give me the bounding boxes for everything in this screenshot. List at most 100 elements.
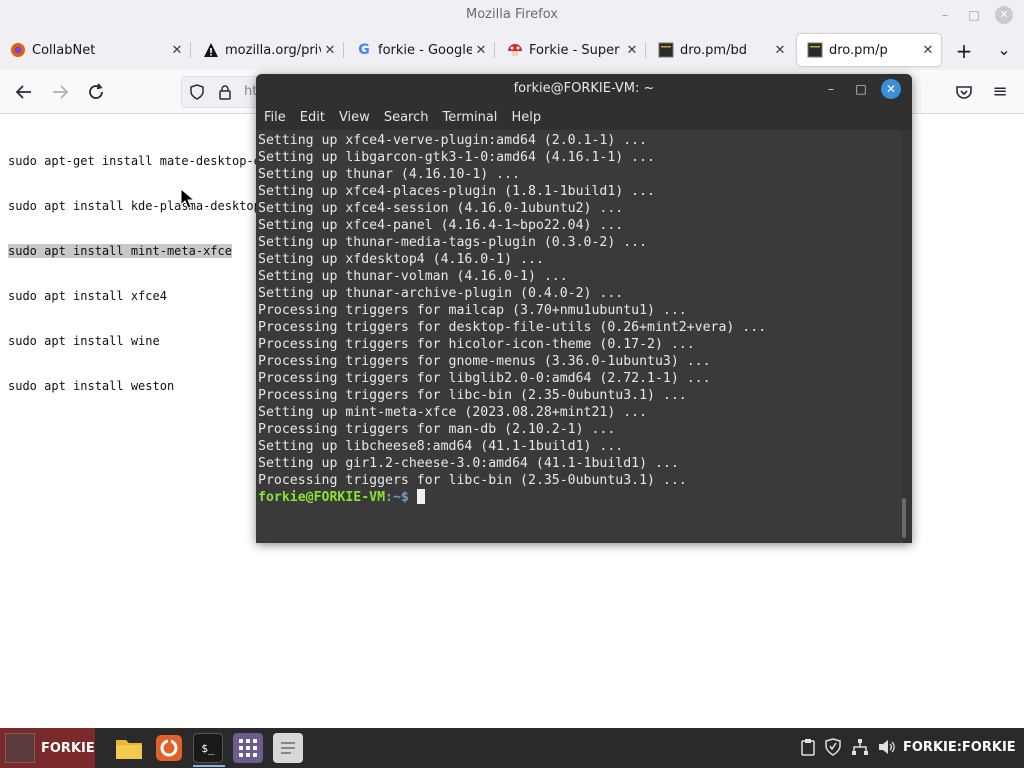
- mushroom-icon: [507, 42, 523, 58]
- close-tab-icon[interactable]: ✕: [623, 43, 641, 58]
- maximize-button[interactable]: □: [965, 6, 983, 24]
- start-label: FORKIE: [41, 740, 95, 756]
- forward-button[interactable]: [48, 80, 72, 104]
- menu-file[interactable]: File: [264, 110, 286, 125]
- start-menu-button[interactable]: FORKIE: [0, 728, 95, 768]
- menu-terminal[interactable]: Terminal: [442, 110, 497, 125]
- lock-icon[interactable]: [216, 83, 234, 105]
- google-icon: G: [358, 42, 370, 58]
- terminal-line: Processing triggers for mailcap (3.70+nm…: [258, 303, 687, 318]
- tab-divider: [494, 42, 495, 58]
- code-line: sudo apt install wine: [8, 334, 160, 348]
- forward-arrow-icon: [53, 85, 69, 99]
- code-line: sudo apt install xfce4: [8, 289, 167, 303]
- terminal-line: Setting up thunar-volman (4.16.0-1) ...: [258, 269, 568, 284]
- terminal-maximize-button[interactable]: □: [852, 80, 870, 98]
- page-content: sudo apt-get install mate-desktop-e sudo…: [8, 124, 261, 409]
- terminal-line: Setting up thunar-media-tags-plugin (0.3…: [258, 235, 648, 250]
- terminal-line: Setting up xfce4-panel (4.16.4-1~bpo22.0…: [258, 218, 624, 233]
- terminal-line: Processing triggers for libglib2.0-0:amd…: [258, 371, 711, 386]
- active-app-indicator: [193, 765, 225, 767]
- back-button[interactable]: [12, 80, 36, 104]
- terminal-line: Processing triggers for libc-bin (2.35-0…: [258, 473, 687, 488]
- firefox-icon[interactable]: [154, 733, 184, 763]
- tab-divider: [645, 42, 646, 58]
- code-line: sudo apt install weston: [8, 379, 175, 393]
- tab-forkie-super[interactable]: Forkie - Super M ✕: [497, 34, 645, 66]
- close-tab-icon[interactable]: ✕: [919, 43, 937, 58]
- page-icon: [807, 42, 823, 58]
- terminal-scrollbar[interactable]: [902, 498, 906, 538]
- terminal-icon[interactable]: $_: [193, 733, 223, 763]
- tab-label: dro.pm/bd: [680, 42, 747, 58]
- terminal-menubar: File Edit View Search Terminal Help: [256, 104, 912, 130]
- pocket-button[interactable]: [952, 80, 976, 104]
- tab-label: forkie - Google: [378, 42, 472, 58]
- reload-button[interactable]: [84, 80, 108, 104]
- text-editor-icon[interactable]: [273, 733, 303, 763]
- reload-icon: [89, 83, 103, 99]
- code-line: sudo apt-get install mate-desktop-e: [8, 154, 261, 168]
- minimize-button[interactable]: –: [936, 6, 954, 24]
- menu-search[interactable]: Search: [384, 110, 429, 125]
- terminal-window[interactable]: forkie@FORKIE-VM: ~ – □ ✕ File Edit View…: [256, 74, 912, 543]
- close-tab-icon[interactable]: ✕: [168, 43, 186, 58]
- close-tab-icon[interactable]: ✕: [321, 43, 339, 58]
- tab-mozilla-privacy[interactable]: mozilla.org/priv ✕: [193, 34, 343, 66]
- firefox-titlebar: Mozilla Firefox: [0, 0, 1024, 30]
- tab-dro-pm-p[interactable]: dro.pm/p ✕: [797, 34, 941, 66]
- terminal-titlebar[interactable]: forkie@FORKIE-VM: ~: [256, 74, 912, 104]
- list-tabs-button[interactable]: ⌄: [992, 38, 1016, 62]
- menu-help[interactable]: Help: [511, 110, 541, 125]
- tab-divider: [343, 42, 344, 58]
- security-shield-icon[interactable]: [825, 738, 841, 760]
- shield-icon[interactable]: [188, 83, 206, 105]
- tab-divider: [190, 42, 191, 58]
- tab-label: mozilla.org/priv: [225, 42, 321, 58]
- terminal-title: forkie@FORKIE-VM: ~: [513, 81, 655, 96]
- tab-collabnet[interactable]: CollabNet ✕: [0, 34, 190, 66]
- terminal-line: Setting up xfce4-session (4.16.0-1ubuntu…: [258, 201, 624, 216]
- app-menu-button[interactable]: ≡: [988, 80, 1012, 104]
- tab-label: Forkie - Super M: [529, 42, 623, 58]
- terminal-prompt-line[interactable]: forkie@FORKIE-VM:~$: [258, 489, 902, 506]
- terminal-line: Setting up xfce4-verve-plugin:amd64 (2.0…: [258, 133, 648, 148]
- user-host-label[interactable]: FORKIE:FORKIE: [903, 740, 1016, 755]
- terminal-line: Setting up thunar-archive-plugin (0.4.0-…: [258, 286, 624, 301]
- terminal-minimize-button[interactable]: –: [822, 80, 840, 98]
- clipboard-icon[interactable]: [800, 738, 816, 760]
- warning-icon: [203, 42, 219, 58]
- tab-google-search[interactable]: G forkie - Google ✕: [346, 34, 494, 66]
- code-line: sudo apt install kde-plasma-desktop: [8, 199, 261, 213]
- terminal-close-button[interactable]: ✕: [881, 79, 901, 99]
- back-arrow-icon: [15, 85, 31, 99]
- text-cursor: [416, 489, 425, 504]
- volume-icon[interactable]: [877, 738, 895, 760]
- menu-view[interactable]: View: [339, 110, 370, 125]
- terminal-line: Processing triggers for gnome-menus (3.3…: [258, 354, 711, 369]
- code-line-selected: sudo apt install mint-meta-xfce: [8, 244, 232, 258]
- terminal-line: Setting up mint-meta-xfce (2023.08.28+mi…: [258, 405, 648, 420]
- apps-grid-icon[interactable]: [233, 733, 263, 763]
- new-tab-button[interactable]: +: [952, 39, 976, 63]
- menu-edit[interactable]: Edit: [300, 110, 325, 125]
- close-tab-icon[interactable]: ✕: [472, 43, 490, 58]
- tab-label: CollabNet: [32, 42, 96, 58]
- prompt-user: forkie@FORKIE-VM: [258, 490, 386, 505]
- terminal-line: Processing triggers for desktop-file-uti…: [258, 320, 767, 335]
- tab-label: dro.pm/p: [829, 42, 888, 58]
- page-icon: [658, 42, 674, 58]
- network-icon[interactable]: [851, 738, 869, 760]
- terminal-line: Processing triggers for hicolor-icon-the…: [258, 337, 695, 352]
- firefox-icon: [10, 42, 26, 58]
- close-button[interactable]: ✕: [995, 6, 1013, 24]
- close-tab-icon[interactable]: ✕: [771, 43, 789, 58]
- tab-dro-pm-bd[interactable]: dro.pm/bd ✕: [648, 34, 793, 66]
- terminal-output[interactable]: Setting up xfce4-verve-plugin:amd64 (2.0…: [256, 130, 902, 543]
- files-icon[interactable]: [114, 733, 144, 763]
- prompt-path: :~$: [385, 490, 417, 505]
- avatar: [5, 733, 35, 763]
- terminal-line: Processing triggers for libc-bin (2.35-0…: [258, 388, 687, 403]
- terminal-line: Setting up gir1.2-cheese-3.0:amd64 (41.1…: [258, 456, 679, 471]
- terminal-line: Setting up xfce4-places-plugin (1.8.1-1b…: [258, 184, 655, 199]
